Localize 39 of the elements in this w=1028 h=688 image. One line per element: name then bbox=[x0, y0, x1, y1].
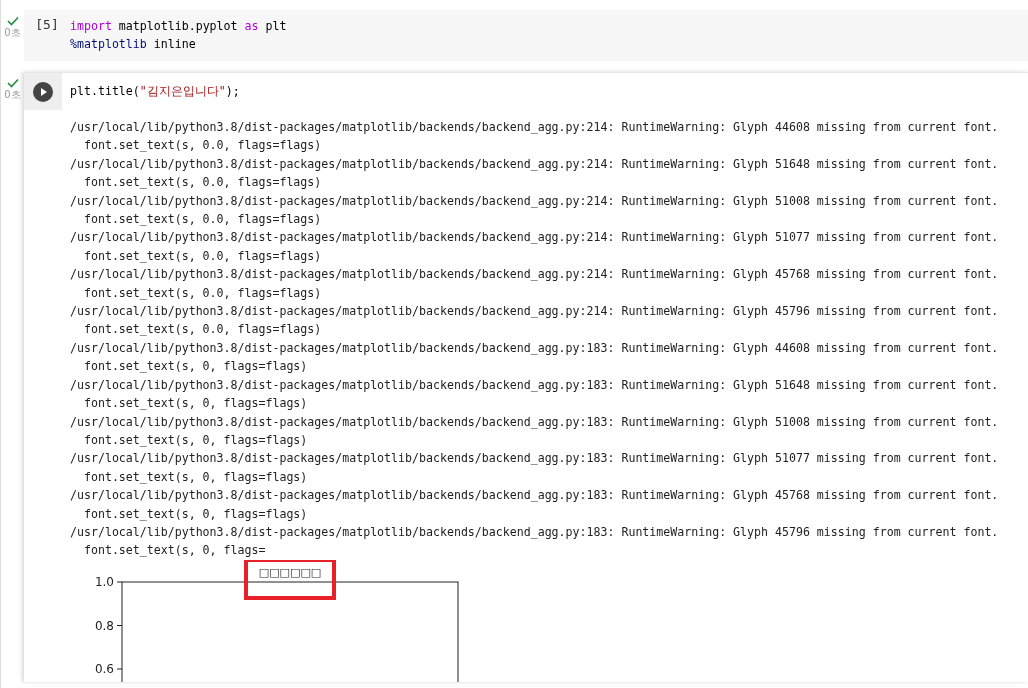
output-line: /usr/local/lib/python3.8/dist-packages/matplotlib/backends/backend_agg.py:183: RuntimeWarning: Glyph 45768 missing from current font. bbox=[70, 487, 999, 505]
y-tick bbox=[116, 668, 123, 670]
output-line: font.set_text(s, 0.0, flags=flags) bbox=[82, 211, 322, 229]
chart-title: □□□□□□ bbox=[258, 565, 322, 579]
y-tick bbox=[116, 624, 123, 626]
output-line: font.set_text(s, 0, flags=flags) bbox=[82, 358, 308, 376]
output-line: font.set_text(s, 0, flags= bbox=[82, 542, 266, 560]
output-line: /usr/local/lib/python3.8/dist-packages/matplotlib/backends/backend_agg.py:183: RuntimeWarning: Glyph 51008 missing from current font. bbox=[70, 413, 999, 431]
code-cell[interactable] bbox=[24, 72, 1028, 682]
execution-count: [5] bbox=[35, 17, 59, 34]
output-line: /usr/local/lib/python3.8/dist-packages/matplotlib/backends/backend_agg.py:183: RuntimeWarning: Glyph 51648 missing from current font. bbox=[70, 376, 999, 394]
output-line: /usr/local/lib/python3.8/dist-packages/matplotlib/backends/backend_agg.py:214: RuntimeWarning: Glyph 51648 missing from current font. bbox=[70, 155, 999, 173]
output-line: /usr/local/lib/python3.8/dist-packages/matplotlib/backends/backend_agg.py:183: RuntimeWarning: Glyph 45796 missing from current font. bbox=[70, 523, 999, 541]
output-line: font.set_text(s, 0.0, flags=flags) bbox=[82, 137, 322, 155]
output-line: /usr/local/lib/python3.8/dist-packages/matplotlib/backends/backend_agg.py:214: RuntimeWarning: Glyph 44608 missing from current font. bbox=[70, 119, 999, 136]
y-tick bbox=[116, 581, 123, 583]
output-line: font.set_text(s, 0.0, flags=flags) bbox=[82, 284, 322, 302]
output-line: /usr/local/lib/python3.8/dist-packages/matplotlib/backends/backend_agg.py:214: RuntimeWarning: Glyph 45796 missing from current font. bbox=[70, 303, 999, 321]
output-line: font.set_text(s, 0, flags=flags) bbox=[82, 431, 308, 449]
output-line: /usr/local/lib/python3.8/dist-packages/matplotlib/backends/backend_agg.py:214: RuntimeWarning: Glyph 51008 missing from current font. bbox=[70, 192, 999, 210]
output-line: /usr/local/lib/python3.8/dist-packages/matplotlib/backends/backend_agg.py:214: RuntimeWarning: Glyph 45768 missing from current font. bbox=[70, 266, 999, 284]
code-line[interactable]: plt.title("김지은입니다"); bbox=[70, 82, 240, 100]
code-line[interactable]: import matplotlib.pyplot as plt bbox=[70, 17, 287, 35]
y-tick-label: 1.0 bbox=[94, 574, 114, 589]
y-tick-label: 0.8 bbox=[94, 618, 114, 633]
run-button[interactable] bbox=[33, 81, 53, 102]
output-line: font.set_text(s, 0.0, flags=flags) bbox=[82, 321, 322, 339]
output-line: font.set_text(s, 0.0, flags=flags) bbox=[82, 247, 322, 265]
output-line: /usr/local/lib/python3.8/dist-packages/matplotlib/backends/backend_agg.py:214: RuntimeWarning: Glyph 51077 missing from current font. bbox=[70, 229, 999, 247]
output-line: /usr/local/lib/python3.8/dist-packages/matplotlib/backends/backend_agg.py:183: RuntimeWarning: Glyph 44608 missing from current font. bbox=[70, 339, 999, 357]
output-line: font.set_text(s, 0, flags=flags) bbox=[82, 468, 308, 486]
output-line: font.set_text(s, 0.0, flags=flags) bbox=[82, 174, 322, 192]
y-tick-label: 0.6 bbox=[94, 661, 114, 676]
output-line: font.set_text(s, 0, flags=flags) bbox=[82, 395, 308, 413]
output-line: font.set_text(s, 0, flags=flags) bbox=[82, 505, 308, 523]
execution-time: 0초 bbox=[4, 26, 21, 40]
output-line: /usr/local/lib/python3.8/dist-packages/matplotlib/backends/backend_agg.py:183: RuntimeWarning: Glyph 51077 missing from current font. bbox=[70, 450, 999, 468]
execution-time: 0초 bbox=[4, 88, 21, 102]
code-line[interactable]: %matplotlib inline bbox=[70, 35, 196, 53]
